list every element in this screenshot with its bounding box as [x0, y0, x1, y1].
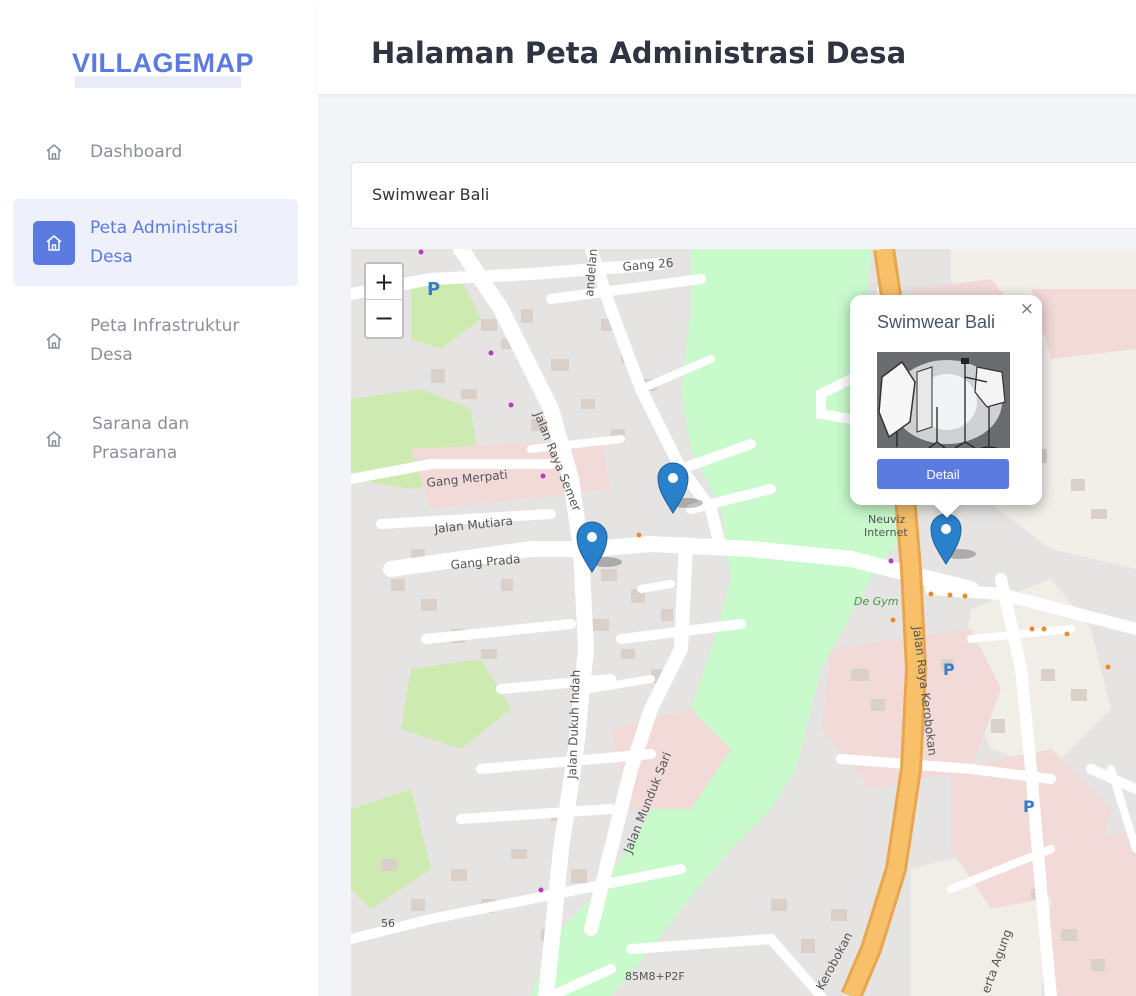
map-label: 85M8+P2F — [625, 970, 685, 983]
popup-image — [877, 352, 1010, 448]
svg-text:P: P — [1023, 797, 1035, 816]
home-icon — [33, 417, 75, 461]
home-icon — [33, 319, 75, 363]
brand-logo[interactable]: VILLAGEMAP — [72, 48, 254, 79]
search-input[interactable] — [372, 185, 1072, 204]
sidebar: VILLAGEMAP Dashboard Peta Administrasi D… — [0, 0, 318, 996]
sidebar-item-label: Peta Infrastruktur Desa — [90, 315, 240, 365]
svg-text:P: P — [427, 279, 440, 300]
map-label: 56 — [381, 917, 395, 930]
popup-title: Swimwear Bali — [877, 312, 996, 332]
sidebar-item-peta-administrasi[interactable]: Peta Administrasi Desa — [13, 199, 298, 286]
search-box[interactable] — [351, 162, 1136, 229]
home-icon — [33, 130, 75, 174]
map-label: Neuviz — [868, 513, 906, 526]
zoom-control: + − — [364, 262, 404, 339]
marker-pin-icon — [576, 521, 622, 573]
marker-pin-icon — [657, 462, 703, 514]
home-icon — [33, 220, 75, 265]
map-marker[interactable] — [930, 512, 976, 566]
close-icon[interactable]: × — [1020, 299, 1034, 319]
marker-pin-icon — [930, 513, 976, 565]
page-title: Halaman Peta Administrasi Desa — [371, 36, 907, 70]
sidebar-item-peta-infrastruktur[interactable]: Peta Infrastruktur Desa — [13, 297, 298, 384]
map[interactable]: P P P Gang 26 andelan Gang Merpati Jalan… — [351, 249, 1136, 996]
sidebar-item-label: Dashboard — [90, 141, 183, 162]
zoom-out-button[interactable]: − — [366, 300, 402, 336]
sidebar-item-label: Peta Administrasi Desa — [90, 217, 239, 267]
map-marker[interactable] — [576, 520, 622, 574]
sidebar-item-label: Sarana dan Prasarana — [92, 413, 190, 463]
zoom-in-button[interactable]: + — [366, 264, 402, 300]
detail-button[interactable]: Detail — [877, 459, 1009, 489]
sidebar-item-dashboard[interactable]: Dashboard — [13, 130, 298, 174]
header: Halaman Peta Administrasi Desa — [318, 0, 1136, 94]
map-marker[interactable] — [657, 461, 703, 515]
sidebar-item-sarana-prasarana[interactable]: Sarana dan Prasarana — [13, 395, 298, 482]
map-popup: × Swimwear Bali Detail — [850, 295, 1042, 518]
map-label: De Gym — [854, 595, 898, 608]
svg-text:P: P — [943, 660, 955, 679]
map-label: Internet — [864, 526, 908, 539]
studio-photo-image — [877, 352, 1010, 448]
